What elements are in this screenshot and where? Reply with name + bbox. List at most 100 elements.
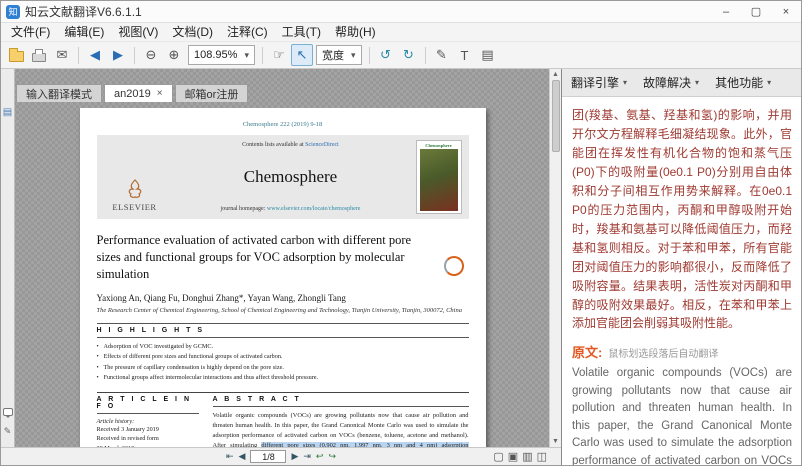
next-page-button[interactable]: ▶ [291, 451, 298, 462]
abstract-text[interactable]: Volatile organic compounds (VOCs) are gr… [213, 411, 469, 447]
cover-image [420, 149, 458, 211]
other-functions-menu[interactable]: 其他功能 ▾ [715, 74, 771, 91]
vertical-scrollbar[interactable]: ▲ ▼ [549, 69, 561, 447]
highlights-heading: H I G H L I G H T S [97, 324, 469, 338]
homepage-link[interactable]: www.elsevier.com/locate/chemosphere [267, 206, 361, 212]
page-number-input[interactable]: 1/8 [250, 450, 286, 463]
article-history-line: Received in revised form [97, 434, 199, 444]
first-page-button[interactable]: ⇤ [226, 451, 234, 462]
menubar: 文件(F) 编辑(E) 视图(V) 文档(D) 注释(C) 工具(T) 帮助(H… [1, 23, 801, 42]
open-folder-icon [9, 51, 24, 62]
menu-document[interactable]: 文档(D) [165, 23, 220, 42]
pdf-viewer: ▤ ✎ 输入翻译模式 an2019 × 邮箱or注册 [1, 69, 561, 465]
rotate-left-button[interactable]: ↺ [375, 44, 397, 66]
window-title: 知云文献翻译V6.6.1.1 [25, 3, 711, 20]
rotate-right-button[interactable]: ↻ [398, 44, 420, 66]
zoom-level-value: 108.95% [194, 49, 237, 61]
translation-engine-menu[interactable]: 翻译引擎 ▾ [571, 74, 627, 91]
highlight-item: Adsorption of VOC investigated by GCMC. [97, 342, 469, 353]
comment-icon[interactable] [3, 408, 13, 416]
panel-menubar: 翻译引擎 ▾ 故障解决 ▾ 其他功能 ▾ [562, 69, 801, 97]
two-page-view-icon[interactable]: ▥ [522, 450, 532, 463]
article-history-line: Received 3 January 2019 [97, 425, 199, 435]
layout-icon: ▤ [481, 47, 493, 63]
annotate-icon[interactable]: ✎ [4, 426, 12, 437]
fit-mode-select[interactable]: 宽度 ▾ [316, 45, 362, 65]
hand-tool-button[interactable]: ☞ [268, 44, 290, 66]
scrollbar-thumb[interactable] [552, 80, 560, 152]
text-tool-button[interactable]: T [454, 44, 476, 66]
single-page-view-icon[interactable]: ▢ [493, 450, 503, 463]
tab-label: 输入翻译模式 [26, 86, 92, 102]
page-navigation: ⇤ ◀ 1/8 ▶ ⇥ ↩ ↪ [226, 448, 336, 465]
page-layout-button[interactable]: ▤ [477, 44, 499, 66]
main-content: ▤ ✎ 输入翻译模式 an2019 × 邮箱or注册 [1, 69, 801, 465]
chevron-down-icon: ▾ [351, 50, 356, 61]
titlebar: 知 知云文献翻译V6.6.1.1 – ▢ × [1, 1, 801, 23]
zoom-level-select[interactable]: 108.95% ▾ [188, 45, 255, 65]
thumbnails-panel-icon[interactable]: ▤ [3, 107, 12, 118]
menu-file[interactable]: 文件(F) [4, 23, 57, 42]
pencil-icon: ✎ [436, 47, 447, 63]
two-page-continuous-view-icon[interactable]: ◫ [537, 450, 547, 463]
highlight-item: Functional groups affect intermolecular … [97, 373, 469, 384]
sciencedirect-link[interactable]: ScienceDirect [305, 142, 339, 148]
menu-help[interactable]: 帮助(H) [328, 23, 383, 42]
previous-view-button[interactable]: ↩ [316, 451, 324, 462]
email-button[interactable]: ✉ [51, 44, 73, 66]
annotate-pencil-button[interactable]: ✎ [431, 44, 453, 66]
article-authors: Yaxiong An, Qiang Fu, Donghui Zhang*, Ya… [97, 293, 469, 303]
select-tool-button[interactable]: ↖ [291, 44, 313, 66]
zoom-out-button[interactable]: ⊖ [140, 44, 162, 66]
article-info-column: A R T I C L E I N F O Article history: R… [97, 393, 199, 447]
toolbar-separator [425, 47, 426, 64]
check-updates-badge[interactable] [444, 256, 464, 276]
chevron-down-icon: ▾ [767, 78, 771, 87]
chevron-down-icon: ▾ [695, 78, 699, 87]
prev-page-button[interactable]: ◀ [239, 451, 246, 462]
maximize-button[interactable]: ▢ [741, 1, 771, 22]
minimize-button[interactable]: – [711, 1, 741, 22]
last-page-button[interactable]: ⇥ [303, 451, 311, 462]
homepage-text: journal homepage: [221, 206, 267, 212]
troubleshoot-menu[interactable]: 故障解决 ▾ [643, 74, 699, 91]
statusbar: ⇤ ◀ 1/8 ▶ ⇥ ↩ ↪ ▢ ▣ ▥ ◫ [1, 447, 561, 465]
tab-input-mode[interactable]: 输入翻译模式 [16, 84, 102, 102]
menu-view[interactable]: 视图(V) [111, 23, 165, 42]
page-area[interactable]: Chemosphere 222 (2019) 9-18 ELSEVIER Con… [16, 108, 549, 447]
next-view-button[interactable]: ↪ [328, 451, 336, 462]
translation-body[interactable]: 团(羧基、氨基、羟基和氢)的影响，并用开尔文方程解释毛细凝结现象。此外，官能团在… [562, 97, 801, 465]
mail-icon: ✉ [57, 47, 68, 63]
highlight-item: The pressure of capillary condensation i… [97, 363, 469, 374]
cursor-arrow-icon: ↖ [297, 47, 308, 63]
previous-page-button[interactable]: ◀ [84, 44, 106, 66]
original-header: 原文: 鼠标划选段落后自动翻译 [572, 342, 792, 361]
viewer-sidebar: ▤ ✎ [1, 69, 15, 447]
toolbar-separator [369, 47, 370, 64]
highlights-section: H I G H L I G H T S Adsorption of VOC in… [97, 323, 469, 384]
close-tab-icon[interactable]: × [157, 88, 163, 99]
highlights-list: Adsorption of VOC investigated by GCMC. … [97, 342, 469, 384]
scroll-down-icon[interactable]: ▼ [552, 436, 559, 447]
toolbar-separator [78, 47, 79, 64]
open-file-button[interactable] [5, 44, 27, 66]
menu-edit[interactable]: 编辑(E) [57, 23, 111, 42]
translated-text: 团(羧基、氨基、羟基和氢)的影响，并用开尔文方程解释毛细凝结现象。此外，官能团在… [572, 106, 792, 333]
abstract-column: A B S T R A C T Volatile organic compoun… [213, 393, 469, 447]
menu-annotate[interactable]: 注释(C) [220, 23, 275, 42]
highlight-item: Effects of different pore sizes and func… [97, 352, 469, 363]
original-hint: 鼠标划选段落后自动翻译 [608, 345, 718, 360]
rotate-right-icon: ↻ [403, 47, 414, 63]
zoom-in-icon: ⊕ [169, 47, 180, 63]
tab-email-register[interactable]: 邮箱or注册 [175, 84, 249, 102]
next-page-button[interactable]: ▶ [107, 44, 129, 66]
continuous-view-icon[interactable]: ▣ [508, 450, 518, 463]
print-button[interactable] [28, 44, 50, 66]
view-mode-buttons: ▢ ▣ ▥ ◫ [493, 448, 547, 465]
window-controls: – ▢ × [711, 1, 801, 22]
close-button[interactable]: × [771, 1, 801, 22]
scroll-up-icon[interactable]: ▲ [552, 69, 559, 80]
menu-tools[interactable]: 工具(T) [275, 23, 328, 42]
tab-an2019[interactable]: an2019 × [104, 84, 173, 102]
zoom-in-button[interactable]: ⊕ [163, 44, 185, 66]
